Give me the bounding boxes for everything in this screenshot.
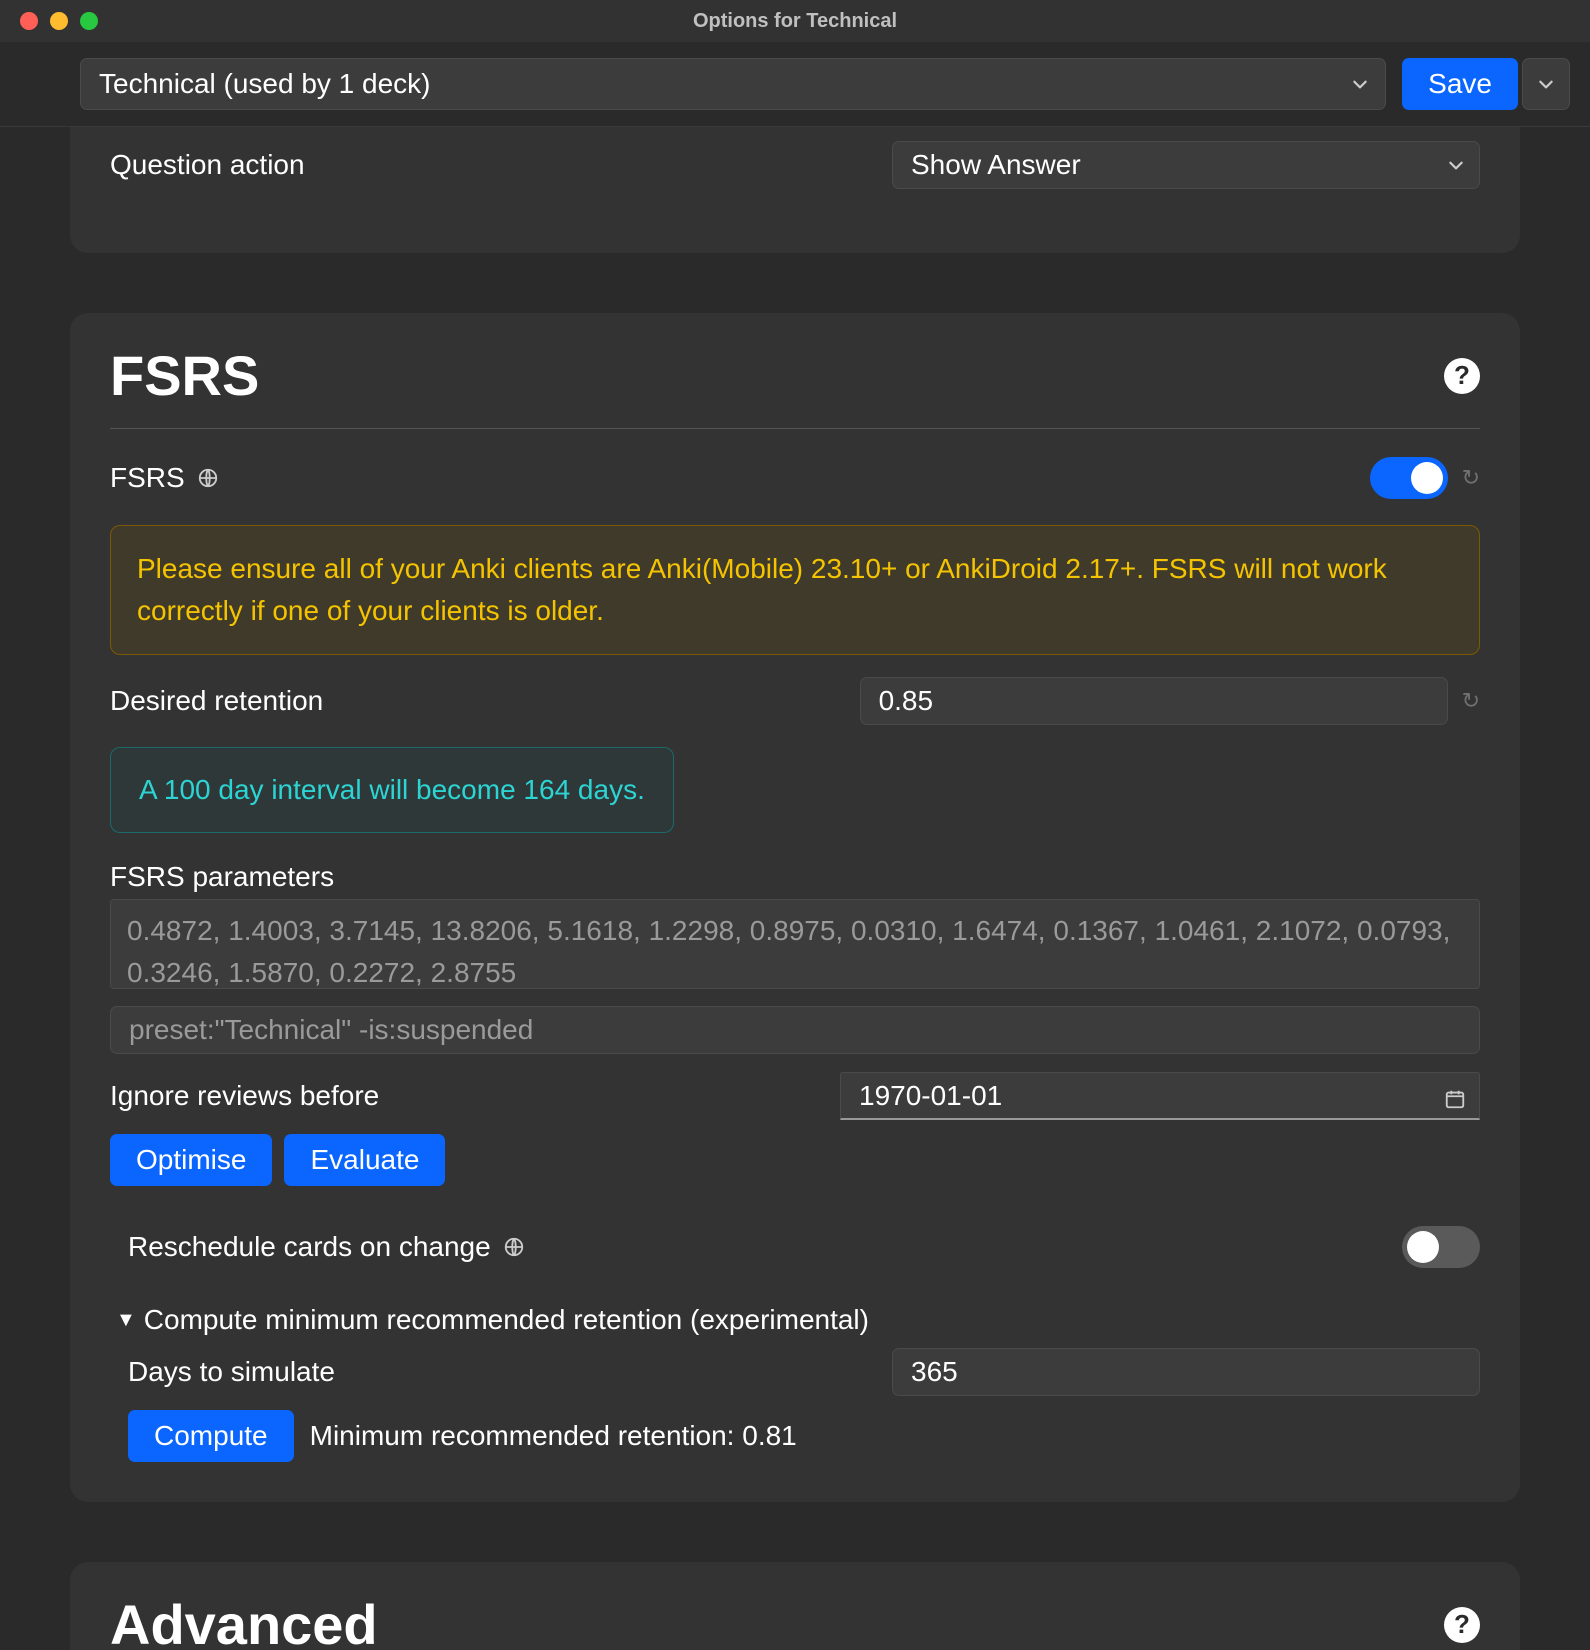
days-input[interactable] — [892, 1348, 1480, 1396]
reset-icon[interactable]: ↻ — [1462, 688, 1480, 714]
disclosure-triangle-icon: ▼ — [116, 1309, 136, 1332]
fsrs-warning: Please ensure all of your Anki clients a… — [110, 525, 1480, 655]
globe-icon — [197, 467, 219, 489]
optimise-button[interactable]: Optimise — [110, 1134, 272, 1186]
chevron-down-icon — [1351, 75, 1369, 93]
evaluate-button[interactable]: Evaluate — [284, 1134, 445, 1186]
toolbar: Technical (used by 1 deck) Save — [0, 42, 1590, 127]
fsrs-toggle-label: FSRS — [110, 462, 185, 494]
fsrs-toggle[interactable] — [1370, 457, 1448, 499]
interval-info: A 100 day interval will become 164 days. — [110, 747, 674, 833]
save-group: Save — [1402, 58, 1570, 110]
desired-retention-label: Desired retention — [110, 685, 860, 717]
search-filter-input[interactable] — [110, 1006, 1480, 1054]
help-icon[interactable]: ? — [1444, 358, 1480, 394]
minimize-icon[interactable] — [50, 12, 68, 30]
parameters-label: FSRS parameters — [110, 861, 1480, 893]
preset-select[interactable]: Technical (used by 1 deck) — [80, 58, 1386, 110]
reschedule-label: Reschedule cards on change — [128, 1231, 491, 1263]
globe-icon — [503, 1236, 525, 1258]
window-controls — [0, 12, 98, 30]
advanced-section: Advanced ? — [70, 1562, 1520, 1650]
parameters-input[interactable] — [110, 899, 1480, 989]
min-retention-text: Minimum recommended retention: 0.81 — [310, 1420, 797, 1452]
titlebar: Options for Technical — [0, 0, 1590, 42]
calendar-icon[interactable] — [1444, 1085, 1466, 1107]
question-action-select[interactable]: Show Answer — [892, 141, 1480, 189]
help-icon[interactable]: ? — [1444, 1607, 1480, 1643]
reschedule-toggle[interactable] — [1402, 1226, 1480, 1268]
toggle-knob — [1407, 1231, 1439, 1263]
desired-retention-input[interactable] — [860, 677, 1448, 725]
save-dropdown-button[interactable] — [1522, 58, 1570, 110]
section-title: Advanced — [110, 1592, 378, 1650]
compute-disclosure[interactable]: ▼ Compute minimum recommended retention … — [110, 1304, 1480, 1336]
close-icon[interactable] — [20, 12, 38, 30]
content: Question action Show Answer FSRS ? FSRS — [0, 127, 1590, 1650]
toggle-knob — [1411, 462, 1443, 494]
previous-section-tail: Question action Show Answer — [70, 127, 1520, 253]
ignore-before-input[interactable] — [840, 1072, 1480, 1120]
chevron-down-icon — [1447, 156, 1465, 174]
save-button[interactable]: Save — [1402, 58, 1518, 110]
question-action-label: Question action — [110, 149, 872, 181]
compute-button[interactable]: Compute — [128, 1410, 294, 1462]
question-action-value: Show Answer — [911, 149, 1081, 181]
days-label: Days to simulate — [128, 1356, 892, 1388]
window-title: Options for Technical — [0, 10, 1590, 33]
section-title: FSRS — [110, 343, 259, 408]
maximize-icon[interactable] — [80, 12, 98, 30]
compute-header: Compute minimum recommended retention (e… — [144, 1304, 869, 1336]
reset-icon[interactable]: ↻ — [1462, 465, 1480, 491]
fsrs-section: FSRS ? FSRS ↻ Please ensure all of your … — [70, 313, 1520, 1502]
ignore-before-label: Ignore reviews before — [110, 1080, 820, 1112]
preset-value: Technical (used by 1 deck) — [99, 68, 431, 100]
